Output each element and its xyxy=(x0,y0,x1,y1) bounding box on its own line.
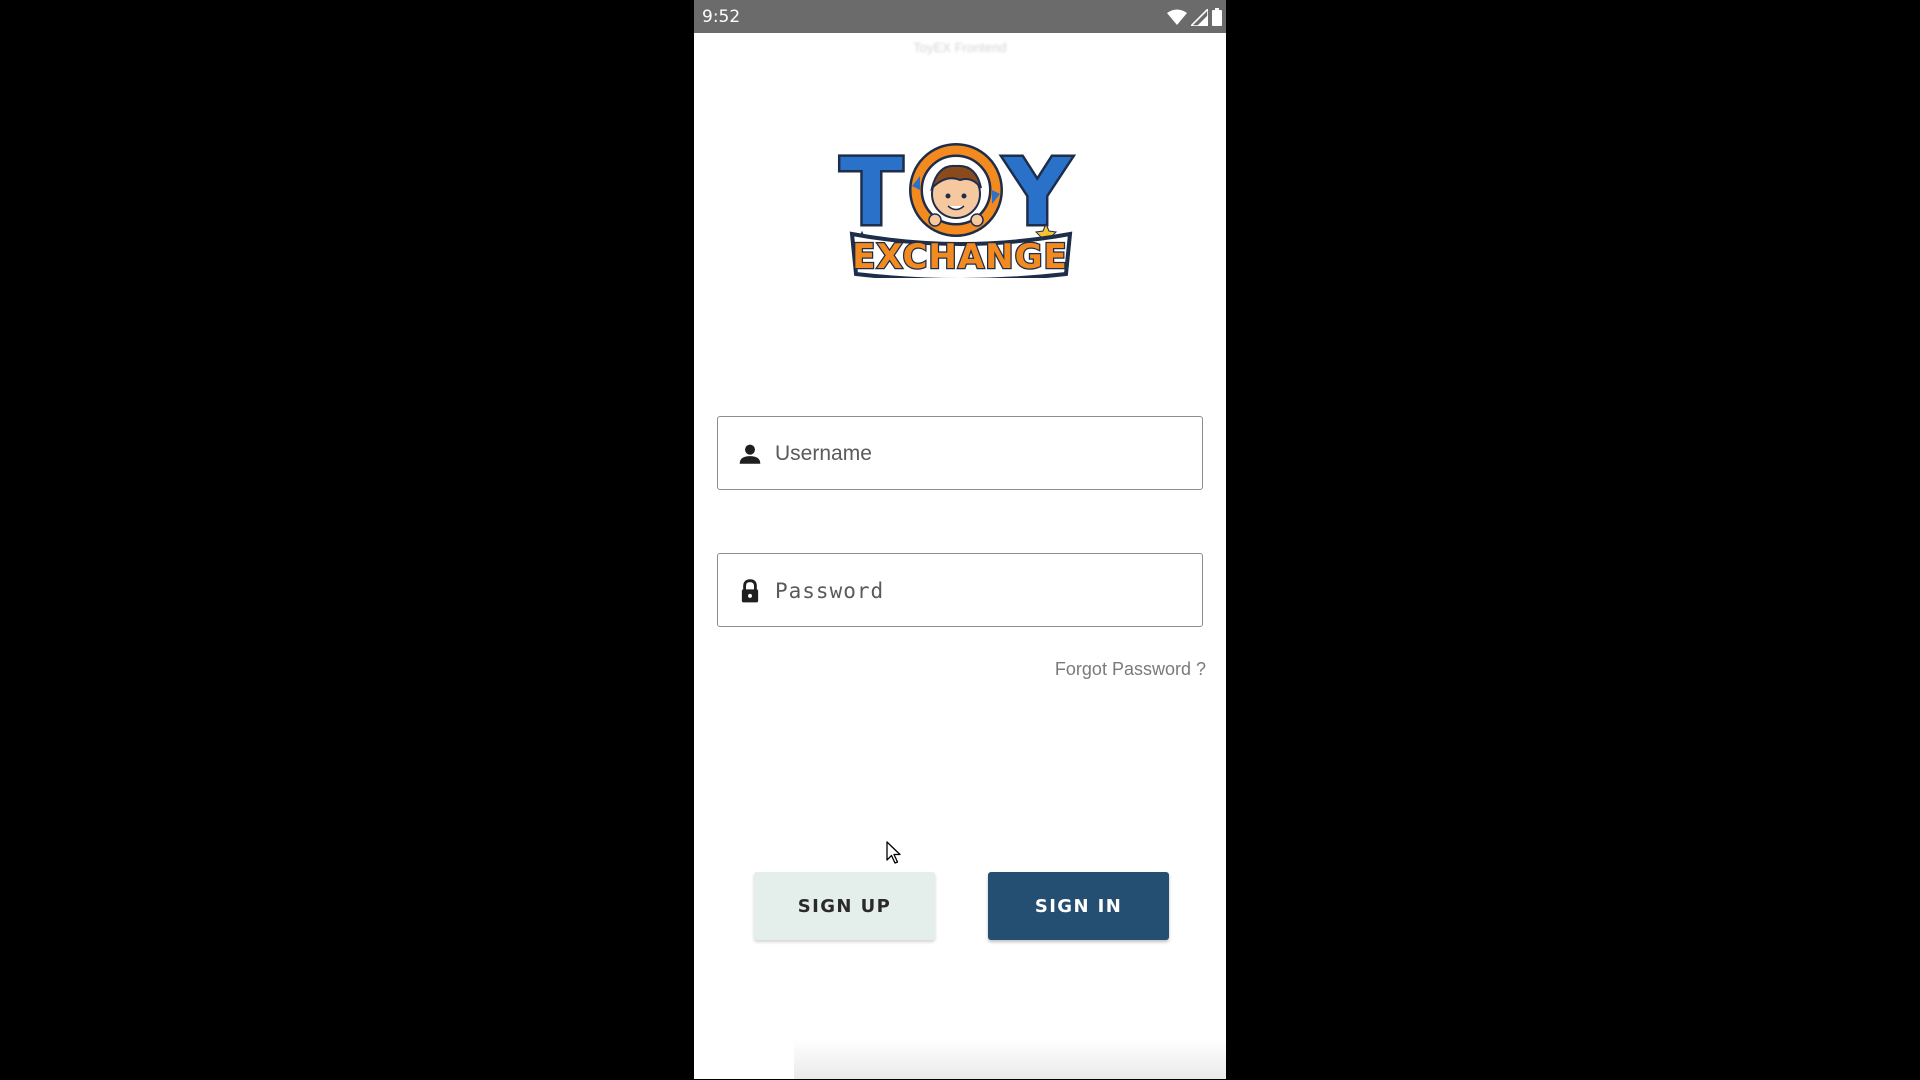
username-field[interactable]: Username xyxy=(717,416,1203,490)
bottom-shadow xyxy=(794,1039,1226,1079)
svg-text:T: T xyxy=(840,139,903,246)
battery-icon xyxy=(1212,8,1222,26)
svg-text:EXCHANGE: EXCHANGE xyxy=(852,237,1068,277)
lock-icon xyxy=(741,579,759,603)
status-time: 9:52 xyxy=(702,7,741,27)
password-field[interactable]: Password xyxy=(717,553,1203,627)
svg-text:Y: Y xyxy=(1003,139,1072,246)
sign-in-button[interactable]: SIGN IN xyxy=(988,872,1169,940)
forgot-password-link[interactable]: Forgot Password ? xyxy=(1055,659,1206,680)
phone-screen: 9:52 ToyEX Frontend T Y EXCHANGE Usernam… xyxy=(694,0,1226,1079)
person-icon xyxy=(739,444,761,464)
password-placeholder: Password xyxy=(775,579,885,603)
toy-exchange-logo: T Y EXCHANGE xyxy=(838,137,1075,278)
app-caption: ToyEX Frontend xyxy=(913,40,1007,55)
sign-up-button[interactable]: SIGN UP xyxy=(754,872,935,940)
username-placeholder: Username xyxy=(775,442,872,465)
cell-signal-icon xyxy=(1191,8,1208,26)
status-icons xyxy=(1167,7,1222,27)
status-bar: 9:52 xyxy=(694,0,1226,33)
mouse-cursor-icon xyxy=(886,841,901,864)
wifi-icon xyxy=(1167,9,1187,25)
